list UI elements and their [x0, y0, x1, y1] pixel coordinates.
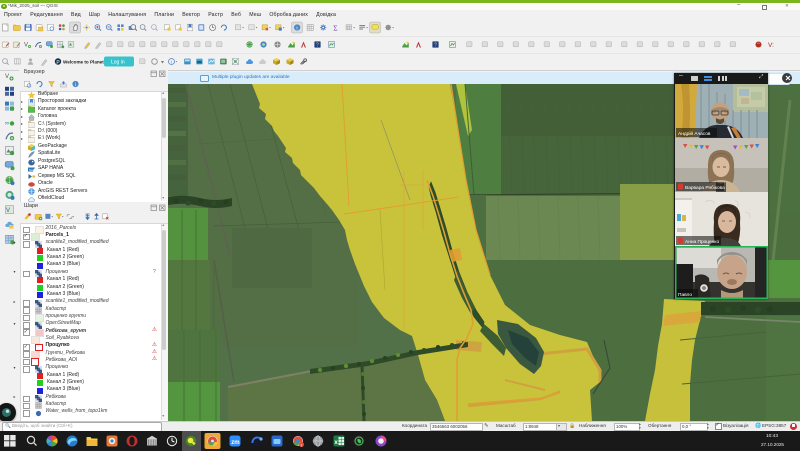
- svg-text:Σ: Σ: [333, 23, 337, 32]
- svg-text:V: V: [5, 74, 9, 80]
- svg-text:Павло: Павло: [678, 292, 692, 298]
- svg-text:,,: ,,: [5, 116, 9, 125]
- svg-text:Андрій Ачасов: Андрій Ачасов: [678, 130, 711, 137]
- svg-text:i: i: [171, 61, 173, 66]
- svg-text:zm: zm: [231, 440, 239, 446]
- svg-text:Варвара Рябікова: Варвара Рябікова: [685, 185, 725, 191]
- svg-text:SAP: SAP: [29, 168, 35, 172]
- svg-text:?: ?: [316, 43, 319, 49]
- svg-text:x: x: [334, 439, 338, 446]
- svg-text:V: V: [24, 43, 28, 49]
- svg-text:Анна Проценко: Анна Проценко: [685, 239, 719, 245]
- svg-text:?: ?: [434, 43, 437, 49]
- svg-text:V:: V:: [768, 42, 774, 49]
- svg-text:Log in: Log in: [111, 60, 125, 66]
- svg-text:V: V: [6, 208, 10, 214]
- svg-text:Welcome to Planet: Welcome to Planet: [63, 60, 104, 65]
